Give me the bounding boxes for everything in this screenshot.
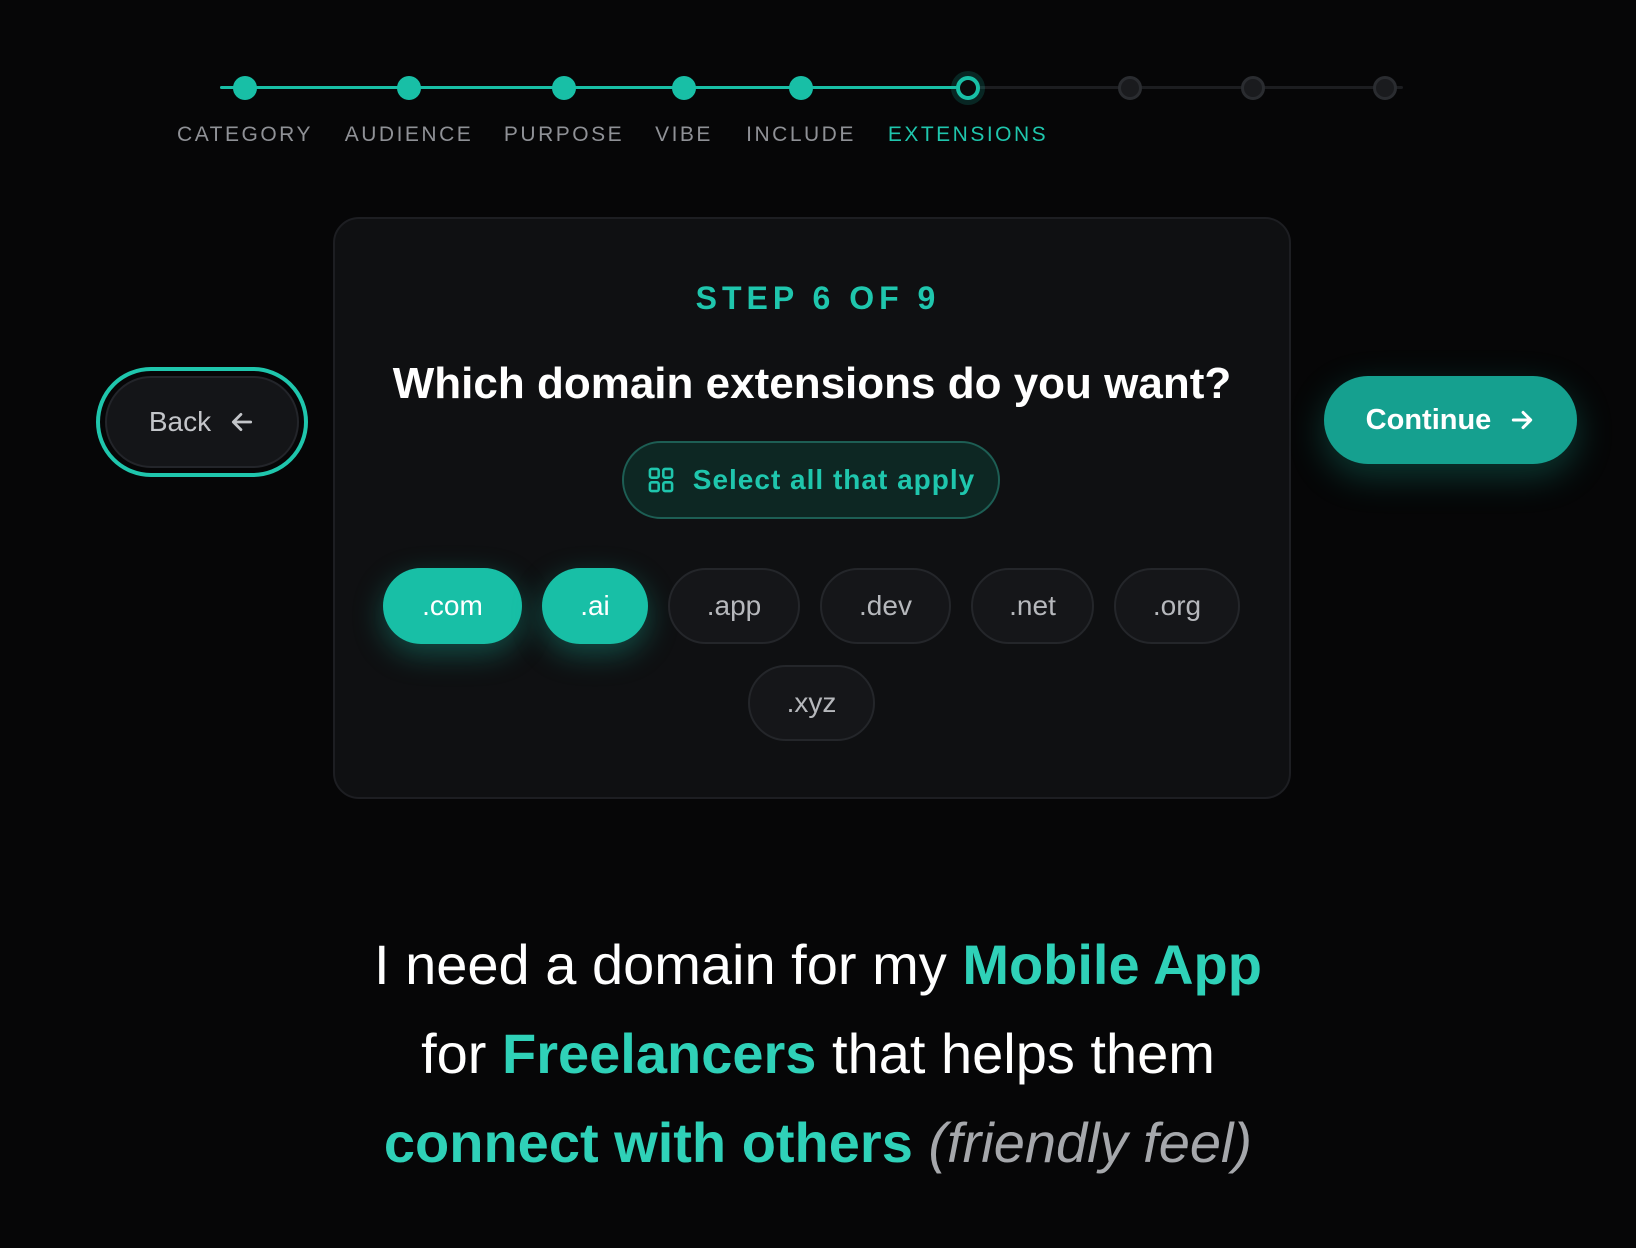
step-dot-8: [1241, 76, 1265, 100]
grid-icon: [648, 467, 674, 493]
step-dot-include[interactable]: [789, 76, 813, 100]
back-button-body[interactable]: Back: [105, 376, 299, 468]
step-label-category: CATEGORY: [177, 123, 313, 146]
step-counter: STEP 6 OF 9: [695, 280, 941, 316]
back-button-label: Back: [148, 406, 212, 437]
arrow-right-icon: [1512, 410, 1533, 430]
page: CATEGORY AUDIENCE PURPOSE VIBE INCLUDE E…: [0, 0, 1636, 1248]
step-label-audience: AUDIENCE: [344, 123, 474, 146]
summary-line-1: I need a domain for my Mobile App: [0, 920, 1636, 1009]
extension-chip-app[interactable]: .app: [668, 568, 800, 644]
select-all-hint: Select all that apply: [622, 441, 1000, 519]
step-dot-purpose[interactable]: [552, 76, 576, 100]
summary-text: for: [421, 1022, 503, 1085]
extension-chip-net[interactable]: .net: [971, 568, 1094, 644]
step-label-extensions: EXTENSIONS: [887, 123, 1049, 146]
summary-vibe: (friendly feel): [928, 1111, 1253, 1174]
summary-line-3: connect with others (friendly feel): [0, 1098, 1636, 1187]
step-dot-audience[interactable]: [397, 76, 421, 100]
step-dot-extensions[interactable]: [956, 76, 980, 100]
summary-text: that helps them: [816, 1022, 1215, 1085]
summary-purpose: connect with others: [383, 1111, 913, 1174]
summary-line-2: for Freelancers that helps them: [0, 1009, 1636, 1098]
extension-chip-xyz[interactable]: .xyz: [748, 665, 875, 741]
summary-category: Mobile App: [962, 933, 1262, 996]
step-dot-9: [1373, 76, 1397, 100]
summary-sentence: I need a domain for my Mobile App for Fr…: [0, 920, 1636, 1187]
back-button[interactable]: Back: [96, 367, 308, 477]
step-label-vibe: VIBE: [655, 123, 713, 146]
extension-chip-ai[interactable]: .ai: [542, 568, 648, 644]
hint-text: Select all that apply: [692, 464, 976, 495]
continue-button-label: Continue: [1365, 403, 1492, 436]
progress-stepper: CATEGORY AUDIENCE PURPOSE VIBE INCLUDE E…: [0, 0, 1636, 170]
step-label-include: INCLUDE: [746, 123, 856, 146]
step-dot-category[interactable]: [233, 76, 257, 100]
step-dot-vibe[interactable]: [672, 76, 696, 100]
summary-audience: Freelancers: [502, 1022, 817, 1085]
extension-chip-dev[interactable]: .dev: [820, 568, 951, 644]
summary-text: I need a domain for my: [374, 933, 963, 996]
extension-chip-com[interactable]: .com: [383, 568, 522, 644]
stepper-progress-fill: [220, 86, 968, 89]
question-title: Which domain extensions do you want?: [392, 359, 1232, 408]
continue-button[interactable]: Continue: [1324, 376, 1577, 464]
extension-chip-org[interactable]: .org: [1114, 568, 1240, 644]
arrow-left-icon: [232, 413, 253, 431]
step-dot-7: [1118, 76, 1142, 100]
step-label-purpose: PURPOSE: [503, 123, 625, 146]
